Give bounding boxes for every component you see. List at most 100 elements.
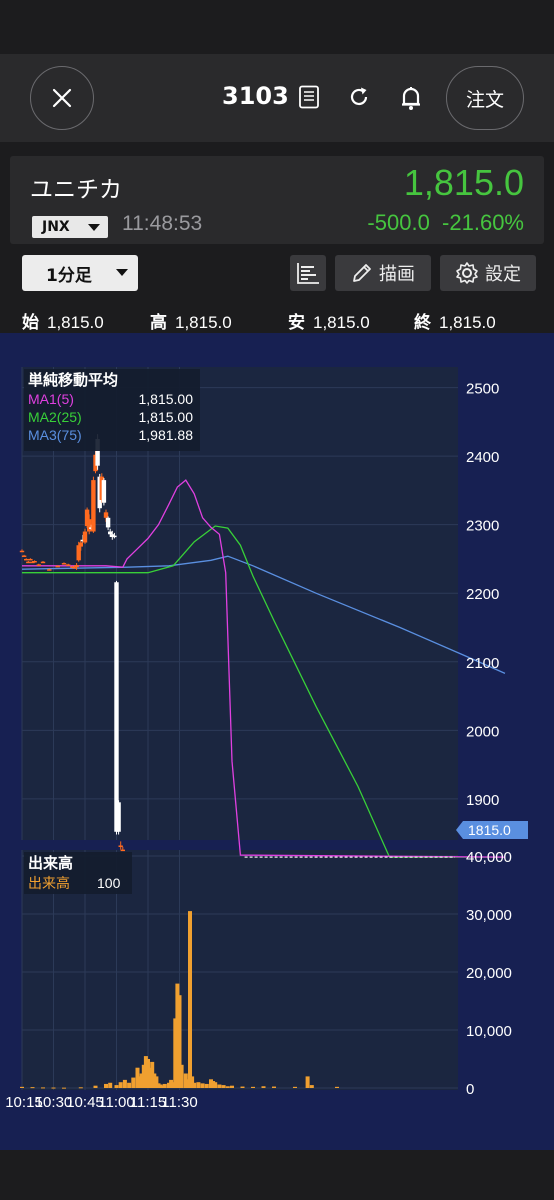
memo-icon[interactable] xyxy=(297,84,321,110)
candle-body xyxy=(26,561,31,564)
volume-bar xyxy=(127,1082,132,1088)
gear-icon xyxy=(456,262,478,284)
volume-bar xyxy=(204,1083,209,1088)
ma-legend: 単純移動平均 MA1(5) 1,815.00 MA2(25) 1,815.00 … xyxy=(24,369,200,451)
quote-time: 11:48:53 xyxy=(122,212,203,235)
settings-label: 設定 xyxy=(485,264,521,285)
volume-bar xyxy=(230,1085,234,1088)
stock-name: ユニチカ xyxy=(30,177,122,203)
volume-bar xyxy=(261,1086,266,1088)
candle-body xyxy=(40,561,46,564)
ma3-name: MA3(75) xyxy=(28,427,82,443)
volume-bar xyxy=(217,1084,222,1088)
volume-bar xyxy=(309,1085,314,1088)
chart-svg[interactable]: 2500 2400 2300 2200 2100 2000 1900 40,000 30,00… xyxy=(0,333,554,1150)
volume-bar xyxy=(305,1076,310,1088)
last-price-badge: 1815.0 xyxy=(456,821,528,839)
price-tick-label: 2100 xyxy=(466,655,499,672)
candle-body xyxy=(91,480,96,532)
timeframe-select[interactable]: 1分足 xyxy=(22,255,138,291)
volume-bar xyxy=(192,1082,197,1088)
ma1-name: MA1(5) xyxy=(28,391,74,407)
volume-bar xyxy=(293,1086,297,1088)
change-percent: -21.60% xyxy=(442,210,524,235)
candle-body xyxy=(82,531,88,543)
candle-body xyxy=(21,555,27,558)
volume-bar xyxy=(30,1087,35,1089)
candle-body xyxy=(36,564,41,566)
volume-legend-name: 出来高 xyxy=(28,875,70,892)
high-label: 高 xyxy=(150,313,167,333)
candle-body xyxy=(66,564,71,566)
caret-down-icon xyxy=(88,224,100,231)
ohlc-low: 安 1,815.0 xyxy=(288,308,370,333)
volume-bar xyxy=(200,1083,205,1088)
candle-body xyxy=(87,519,92,532)
stock-code: 3103 xyxy=(222,82,289,110)
volume-bar xyxy=(221,1085,226,1088)
candle-body xyxy=(105,517,111,528)
volume-bar xyxy=(272,1086,276,1088)
draw-button[interactable]: 描画 xyxy=(335,255,431,291)
price-tick-label: 2300 xyxy=(466,518,499,535)
ohlc-high: 高 1,815.0 xyxy=(150,308,232,333)
ohlc-close: 終 1,815.0 xyxy=(414,308,496,333)
refresh-icon[interactable] xyxy=(346,84,372,110)
ma-legend-title: 単純移動平均 xyxy=(28,371,118,389)
last-price-label: 1815.0 xyxy=(468,822,511,838)
candle-body xyxy=(19,550,25,553)
volume-bar xyxy=(225,1086,230,1088)
volume-bar xyxy=(131,1077,136,1088)
volume-bar xyxy=(108,1082,113,1088)
close-label: 終 xyxy=(414,313,431,333)
close-button[interactable] xyxy=(30,66,94,130)
current-price: 1,815.0 xyxy=(403,162,524,203)
volume-bar xyxy=(104,1083,108,1088)
indicator-list-button[interactable] xyxy=(290,255,326,291)
candle-body xyxy=(61,563,67,565)
candle-body xyxy=(28,558,33,561)
ma3-value: 1,981.88 xyxy=(139,427,194,443)
candle-body xyxy=(47,569,52,571)
bottom-bar xyxy=(0,1150,554,1200)
chart-area[interactable]: 2500 2400 2300 2200 2100 2000 1900 40,000 30,00… xyxy=(0,333,554,1150)
volume-tick-label: 40,000 xyxy=(466,849,512,866)
volume-legend-title: 出来高 xyxy=(28,854,73,872)
ma2-name: MA2(25) xyxy=(28,409,82,425)
price-tick-label: 2400 xyxy=(466,449,499,466)
volume-bar xyxy=(41,1087,45,1089)
close-icon xyxy=(52,88,72,108)
volume-bar xyxy=(335,1086,339,1088)
volume-bar xyxy=(196,1082,201,1088)
price-tick-label: 2200 xyxy=(466,586,499,603)
order-button[interactable]: 注文 xyxy=(446,66,524,130)
volume-bar xyxy=(93,1085,98,1088)
candle-body xyxy=(24,558,29,561)
low-value: 1,815.0 xyxy=(313,313,370,332)
top-bar: 3103 注文 xyxy=(0,54,554,142)
market-select[interactable]: JNX xyxy=(32,216,108,238)
candle-body xyxy=(116,802,121,832)
candle-body xyxy=(120,849,125,852)
volume-bar xyxy=(188,911,192,1088)
candle-body xyxy=(78,542,83,547)
candle-body xyxy=(74,565,79,568)
volume-bar xyxy=(62,1087,66,1089)
volume-bar xyxy=(179,1064,184,1088)
volume-tick-label: 10,000 xyxy=(466,1023,512,1040)
open-value: 1,815.0 xyxy=(47,313,104,332)
timeframe-label: 1分足 xyxy=(46,265,92,286)
candle-body xyxy=(55,565,60,568)
settings-button[interactable]: 設定 xyxy=(440,255,536,291)
candle-body xyxy=(103,512,109,518)
volume-tick-label: 20,000 xyxy=(466,965,512,982)
ma2-value: 1,815.00 xyxy=(139,409,194,425)
caret-down-icon xyxy=(116,269,128,276)
low-label: 安 xyxy=(288,313,305,333)
bell-icon[interactable] xyxy=(398,84,424,112)
price-change: -500.0 -21.60% xyxy=(367,210,524,236)
ohlc-open: 始 1,815.0 xyxy=(22,308,104,333)
volume-legend-value: 100 xyxy=(97,875,121,891)
candle-body xyxy=(76,545,81,561)
volume-bar xyxy=(251,1086,255,1088)
